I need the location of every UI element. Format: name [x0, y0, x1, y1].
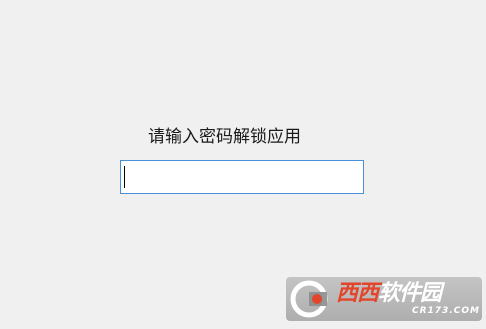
app-window: 请输入密码解锁应用 西西软件园 CR173.COM [0, 0, 486, 329]
watermark-domain: CR173.COM [412, 306, 480, 316]
cr-logo-icon [290, 280, 328, 318]
watermark-brand-red: 西西 [336, 281, 379, 306]
watermark-brand: 西西软件园 [336, 281, 442, 307]
text-caret [124, 166, 125, 188]
watermark-brand-white: 软件园 [378, 281, 442, 306]
unlock-prompt-label: 请输入密码解锁应用 [148, 127, 301, 147]
site-watermark: 西西软件园 CR173.COM [286, 277, 482, 321]
password-input[interactable] [120, 160, 364, 194]
